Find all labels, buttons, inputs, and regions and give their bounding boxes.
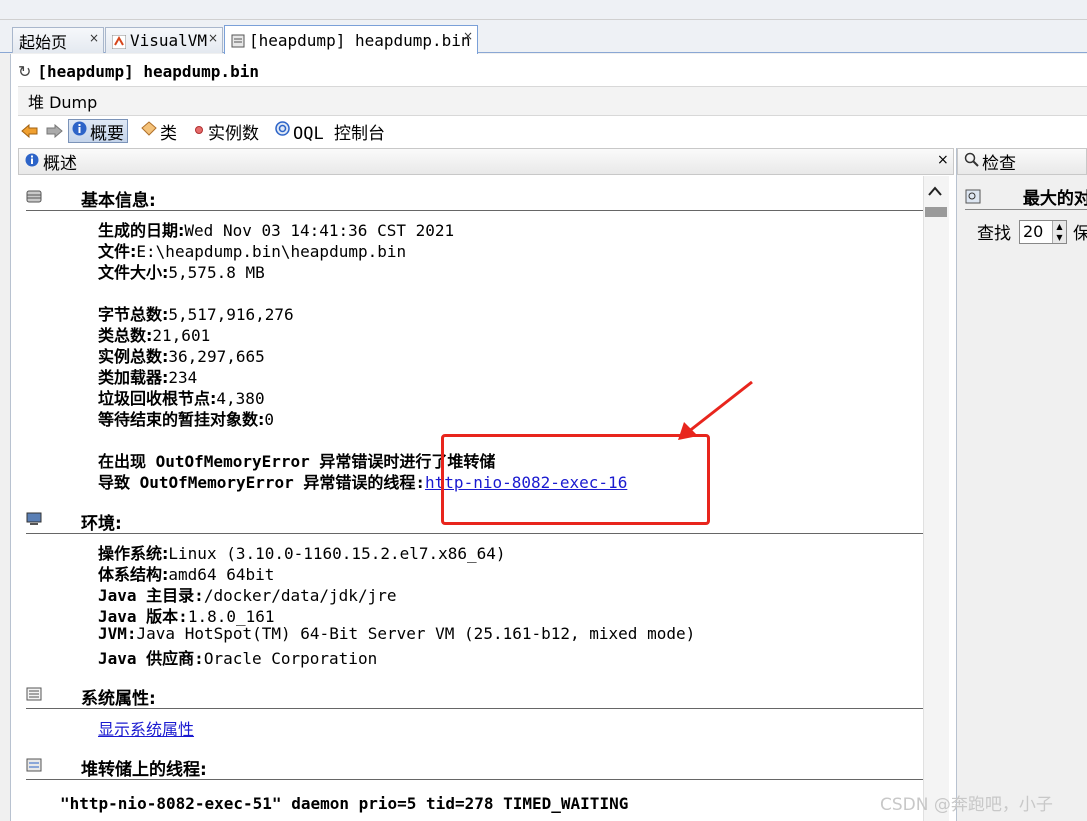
jvm-row: JVM:Java HotSpot(TM) 64-Bit Server VM (2… [98,624,695,643]
oql-label: OQL 控制台 [293,123,385,144]
oql-console-button[interactable]: OQL 控制台 [272,119,388,144]
scrollbar-thumb[interactable] [925,207,947,217]
document-title-row: ↻ [heapdump] heapdump.bin [18,62,259,81]
inspect-panel-header: 检查 [957,148,1087,175]
oql-icon [275,121,290,141]
heapdump-icon [231,33,245,48]
computer-icon [26,512,42,525]
tab-bar: 起始页 × VisualVM × [heapdump] heapdump.bin… [0,20,1087,54]
tab-heapdump[interactable]: [heapdump] heapdump.bin × [224,25,478,54]
threads-title: 堆转储上的线程: [81,760,207,780]
size-label: 文件大小: [98,263,169,282]
pending-objects-row: 等待结束的暂挂对象数:0 [98,406,274,430]
forward-button[interactable] [42,119,66,143]
close-icon[interactable]: × [208,31,218,45]
jvm-label: JVM: [98,624,137,643]
classes-icon [141,121,157,141]
back-arrow-icon [21,124,38,138]
count-value: 20 [1023,222,1044,241]
tab-label: 起始页 [19,32,68,52]
file-size-row: 文件大小:5,575.8 MB [98,259,265,283]
java-vendor-label: Java 供应商: [98,649,204,668]
basic-info-section-header: 基本信息: [26,179,923,211]
close-icon[interactable]: × [463,29,473,43]
system-properties-title: 系统属性: [81,689,156,709]
properties-icon [26,687,42,701]
threads-icon [26,758,42,772]
stepper-arrows-icon[interactable]: ▲ ▼ [1052,220,1066,243]
overview-title: 概述 [43,154,77,174]
pending-label: 等待结束的暂挂对象数: [98,410,265,429]
close-icon[interactable]: × [89,31,99,45]
size-value: 5,575.8 MB [168,263,265,282]
basic-info-title: 基本信息: [81,191,156,211]
system-properties-section-header: 系统属性: [26,677,923,709]
vertical-scrollbar[interactable] [923,176,949,821]
jvm-value: Java HotSpot(TM) 64-Bit Server VM (25.16… [136,624,696,643]
inspect-section-icon [965,189,981,209]
instances-button[interactable]: 实例数 [190,119,262,144]
keep-label: 保 [1073,224,1087,244]
java-vendor-row: Java 供应商:Oracle Corporation [98,645,377,669]
watermark: CSDN @奔跑吧，小子 [880,795,1053,815]
tab-label: VisualVM [130,31,208,50]
heap-dump-bar: 堆 Dump [18,86,1087,116]
visualvm-icon [111,34,127,49]
inspect-title: 检查 [982,154,1016,174]
classes-label: 类 [160,123,177,144]
inspect-panel [956,148,1087,821]
summary-button[interactable]: 概要 [68,119,128,144]
instance-dot-icon [193,121,205,141]
window-top-strip [0,0,1087,20]
oom-thread-label: 导致 OutOfMemoryError 异常错误的线程: [98,473,426,492]
info-icon [72,121,87,141]
classes-button[interactable]: 类 [138,119,180,144]
threads-section-header: 堆转储上的线程: [26,748,923,780]
thread-entry: "http-nio-8082-exec-51" daemon prio=5 ti… [60,794,629,813]
largest-objects-section: 最大的对 [965,184,1087,210]
database-icon [26,189,42,203]
document-title: [heapdump] heapdump.bin [37,62,259,81]
view-toolbar: 概要 类 实例数 OQL 控制台 [18,118,1087,144]
close-icon[interactable]: × [937,152,949,168]
magnifier-icon [964,152,979,172]
instances-label: 实例数 [208,123,259,144]
find-row: 查找 20 ▲ ▼ 保 [977,219,1087,244]
java-vendor-value: Oracle Corporation [203,649,378,668]
find-label: 查找 [977,224,1011,244]
back-button[interactable] [18,119,42,143]
count-stepper[interactable]: 20 ▲ ▼ [1019,219,1067,244]
largest-objects-title: 最大的对 [1022,189,1087,209]
tab-start-page[interactable]: 起始页 × [12,27,104,53]
tab-visualvm[interactable]: VisualVM × [105,27,223,53]
pending-value: 0 [264,410,275,429]
environment-title: 环境: [81,514,122,534]
overview-panel-header: 概述 [18,148,954,175]
show-system-properties-link[interactable]: 显示系统属性 [98,716,194,740]
annotation-arrow-icon [678,380,753,440]
info-icon [25,152,39,172]
refresh-icon: ↻ [18,62,32,81]
summary-label: 概要 [90,123,124,144]
forward-arrow-icon [46,124,63,138]
scroll-up-icon[interactable] [927,185,943,197]
heap-dump-label: 堆 Dump [28,93,98,112]
tab-label: [heapdump] heapdump.bin [249,30,471,50]
